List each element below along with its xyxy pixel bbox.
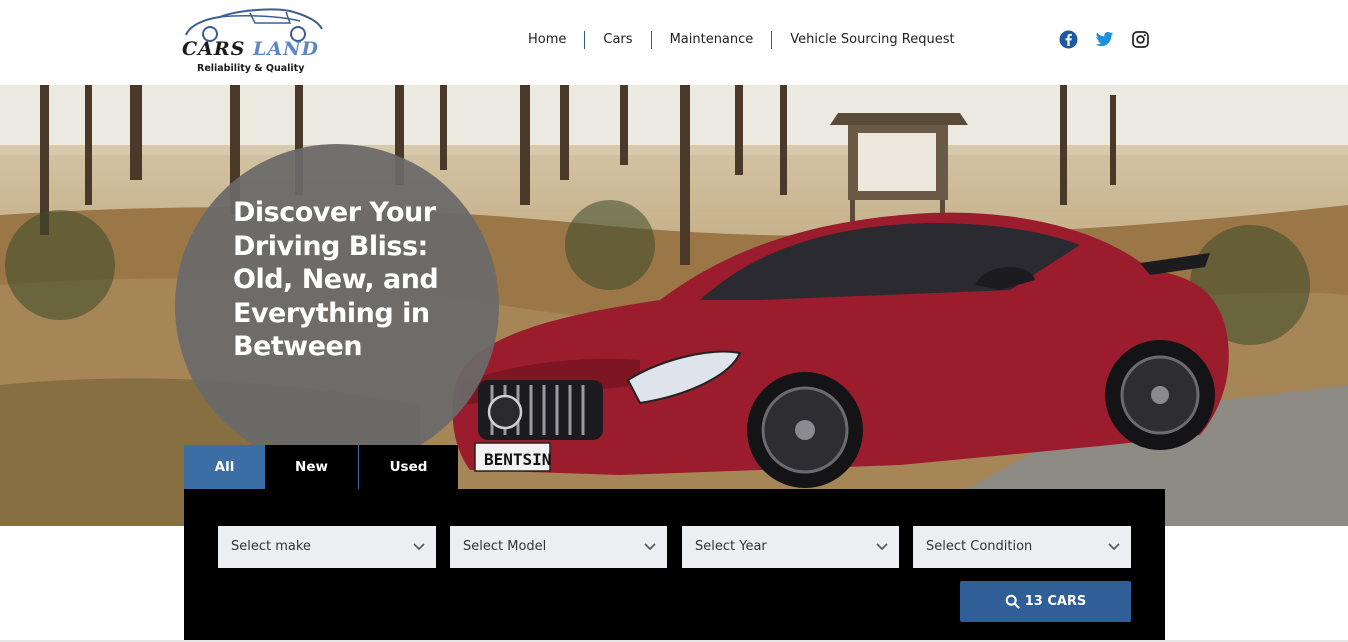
main-nav: Home Cars Maintenance Vehicle Sourcing R… — [510, 30, 973, 50]
model-select[interactable]: Select Model — [450, 526, 667, 568]
chevron-down-icon — [1108, 543, 1120, 551]
tab-used[interactable]: Used — [359, 445, 458, 489]
nav-item-home[interactable]: Home — [510, 31, 584, 49]
tab-new[interactable]: New — [265, 445, 359, 489]
logo-wordmark: CARS LAND — [182, 38, 319, 60]
model-select-value: Select Model — [463, 539, 547, 554]
chevron-down-icon — [413, 543, 425, 551]
condition-select[interactable]: Select Condition — [913, 526, 1131, 568]
twitter-icon[interactable] — [1095, 30, 1114, 49]
search-cars-button[interactable]: 13 CARS — [960, 581, 1131, 622]
social-links — [1059, 30, 1150, 49]
search-icon — [1005, 594, 1020, 609]
site-header: CARS LAND Reliability & Quality Home Car… — [0, 0, 1348, 85]
condition-tabs: All New Used — [184, 445, 458, 489]
tab-all[interactable]: All — [184, 445, 265, 489]
year-select[interactable]: Select Year — [682, 526, 899, 568]
chevron-down-icon — [644, 543, 656, 551]
license-plate: BENTSIN — [484, 450, 551, 469]
make-select-value: Select make — [231, 539, 311, 554]
logo-tagline: Reliability & Quality — [197, 63, 305, 74]
search-cars-button-label: 13 CARS — [1024, 594, 1087, 609]
search-panel: Select make Select Model Select Year Sel… — [184, 489, 1165, 642]
logo-name-part2: LAND — [253, 38, 319, 60]
logo-name-part1: CARS — [182, 38, 246, 60]
year-select-value: Select Year — [695, 539, 767, 554]
make-select[interactable]: Select make — [218, 526, 436, 568]
chevron-down-icon — [876, 543, 888, 551]
nav-item-maintenance[interactable]: Maintenance — [650, 31, 772, 49]
nav-item-cars[interactable]: Cars — [584, 31, 650, 49]
facebook-icon[interactable] — [1059, 30, 1078, 49]
logo[interactable]: CARS LAND Reliability & Quality — [180, 5, 345, 77]
nav-item-vehicle-sourcing-request[interactable]: Vehicle Sourcing Request — [771, 31, 972, 49]
condition-select-value: Select Condition — [926, 539, 1033, 554]
hero-headline: Discover Your Driving Bliss: Old, New, a… — [233, 197, 439, 362]
instagram-icon[interactable] — [1131, 30, 1150, 49]
